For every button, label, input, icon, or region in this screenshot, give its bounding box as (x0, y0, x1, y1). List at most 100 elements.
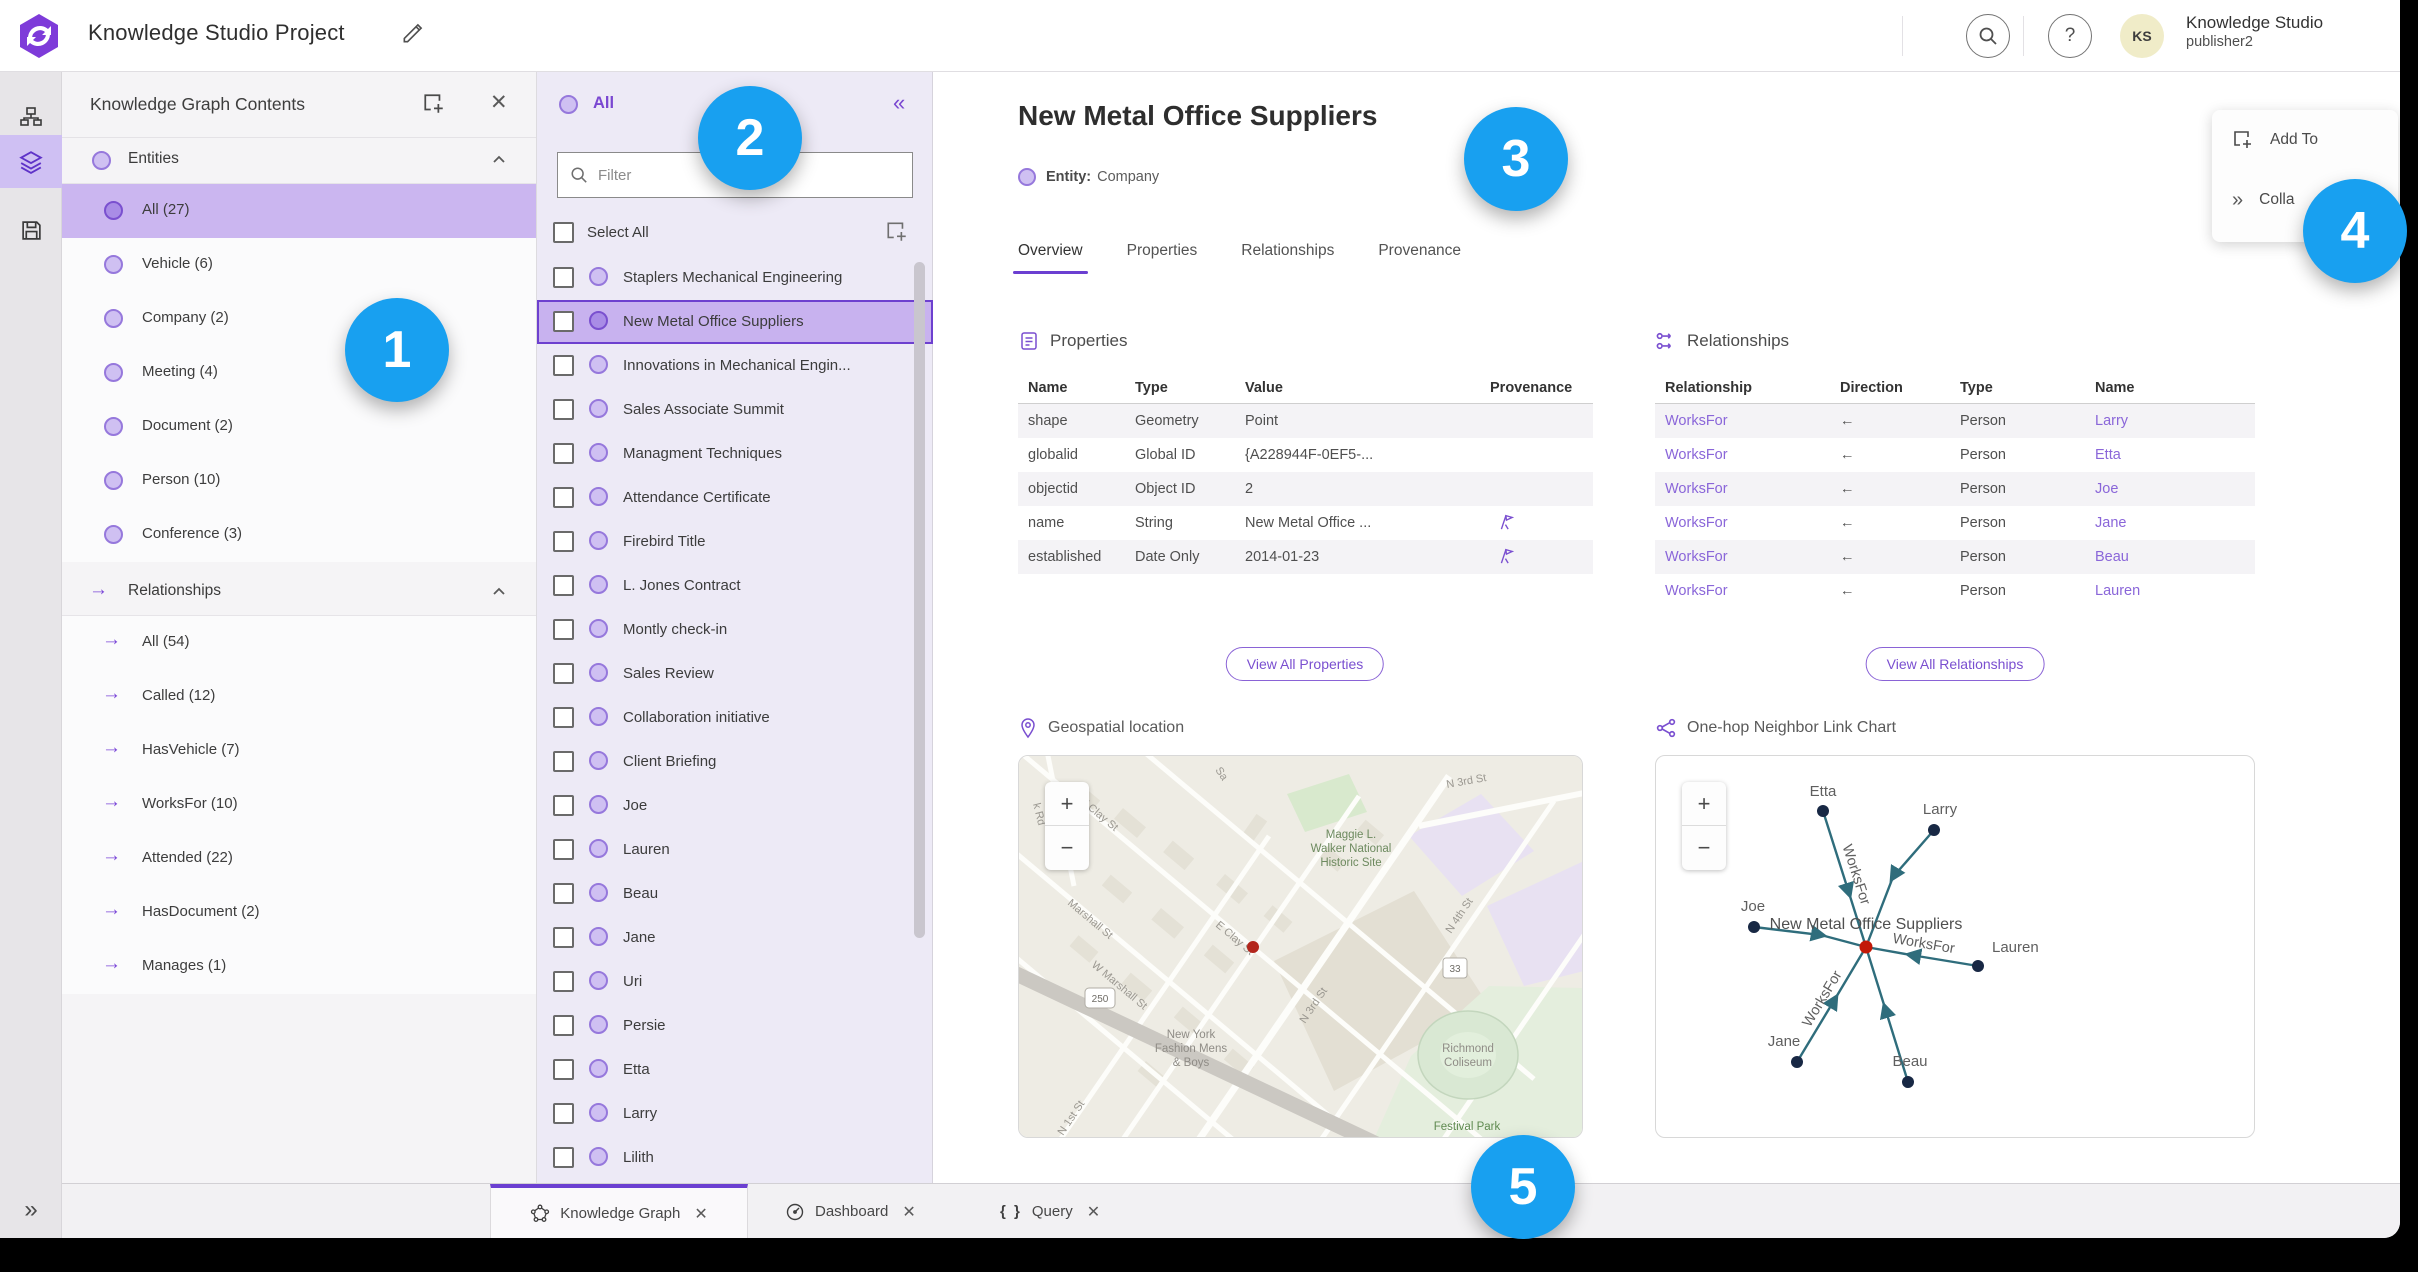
collapse-caret-icon[interactable] (490, 585, 508, 599)
row-checkbox[interactable] (553, 839, 574, 860)
row-checkbox[interactable] (553, 531, 574, 552)
row-checkbox[interactable] (553, 663, 574, 684)
entity-instance-row[interactable]: Montly check-in (537, 608, 933, 652)
entity-instance-row[interactable]: New Metal Office Suppliers (537, 300, 933, 344)
entity-type-row[interactable]: Company (2) (62, 292, 536, 346)
detail-tab[interactable]: Overview (1013, 242, 1088, 274)
relationship-link[interactable]: WorksFor (1655, 549, 1830, 565)
close-panel-icon[interactable]: ✕ (490, 90, 508, 115)
relationships-section-header[interactable]: → Relationships (62, 570, 536, 616)
entity-instance-row[interactable]: Client Briefing (537, 740, 933, 784)
relationship-link[interactable]: WorksFor (1655, 481, 1830, 497)
save-tool-button[interactable] (0, 203, 62, 257)
relationship-link[interactable]: WorksFor (1655, 583, 1830, 599)
row-checkbox[interactable] (553, 1147, 574, 1168)
row-checkbox[interactable] (553, 487, 574, 508)
related-name-link[interactable]: Larry (2085, 413, 2255, 429)
row-checkbox[interactable] (553, 883, 574, 904)
zoom-in-button[interactable]: + (1045, 782, 1089, 826)
relationship-type-row[interactable]: → HasDocument (2) (62, 886, 536, 940)
relationship-type-row[interactable]: → Called (12) (62, 670, 536, 724)
relationship-type-row[interactable]: → WorksFor (10) (62, 778, 536, 832)
row-checkbox[interactable] (553, 267, 574, 288)
entity-instance-row[interactable]: Innovations in Mechanical Engin... (537, 344, 933, 388)
entity-instance-row[interactable]: Staplers Mechanical Engineering (537, 256, 933, 300)
user-identity[interactable]: Knowledge Studio publisher2 (2186, 12, 2323, 51)
detail-tab[interactable]: Properties (1127, 242, 1198, 274)
close-tab-icon[interactable]: ✕ (1087, 1202, 1100, 1222)
entities-section-header[interactable]: Entities (62, 138, 536, 184)
relationship-link[interactable]: WorksFor (1655, 413, 1830, 429)
collapse-caret-icon[interactable] (490, 153, 508, 167)
detail-tab[interactable]: Relationships (1241, 242, 1334, 274)
row-checkbox[interactable] (553, 399, 574, 420)
row-checkbox[interactable] (553, 751, 574, 772)
contents-tool-button[interactable] (0, 135, 62, 188)
row-checkbox[interactable] (553, 707, 574, 728)
entity-type-row[interactable]: Conference (3) (62, 508, 536, 562)
related-name-link[interactable]: Lauren (2085, 583, 2255, 599)
expand-rail-chevrons-icon[interactable]: » (0, 1196, 62, 1224)
related-name-link[interactable]: Etta (2085, 447, 2255, 463)
link-chart-canvas[interactable]: Etta Larry Joe Lauren Jane Beau New Meta… (1656, 756, 2255, 1138)
relationship-type-row[interactable]: → All (54) (62, 616, 536, 670)
relationship-type-row[interactable]: → Attended (22) (62, 832, 536, 886)
row-checkbox[interactable] (553, 971, 574, 992)
entity-type-row[interactable]: Person (10) (62, 454, 536, 508)
entity-instance-row[interactable]: Etta (537, 1048, 933, 1092)
entity-instance-row[interactable]: Managment Techniques (537, 432, 933, 476)
add-to-map-button[interactable] (422, 92, 446, 116)
row-checkbox[interactable] (553, 1015, 574, 1036)
relationship-link[interactable]: WorksFor (1655, 447, 1830, 463)
entity-instance-row[interactable]: Attendance Certificate (537, 476, 933, 520)
entity-instance-row[interactable]: Sales Associate Summit (537, 388, 933, 432)
row-checkbox[interactable] (553, 619, 574, 640)
collapse-panel-chevrons-icon[interactable]: « (893, 90, 905, 116)
entity-instance-row[interactable]: Persie (537, 1004, 933, 1048)
entity-instance-row[interactable]: Collaboration initiative (537, 696, 933, 740)
provenance-flag-icon[interactable] (1496, 512, 1514, 531)
tab-knowledge-graph[interactable]: Knowledge Graph ✕ (490, 1184, 748, 1238)
close-tab-icon[interactable]: ✕ (902, 1202, 915, 1222)
detail-tab[interactable]: Provenance (1378, 242, 1461, 274)
tab-query[interactable]: { } Query ✕ (982, 1184, 1118, 1238)
edit-title-pencil-icon[interactable] (400, 20, 426, 46)
help-button[interactable]: ? (2048, 14, 2092, 58)
row-checkbox[interactable] (553, 575, 574, 596)
row-checkbox[interactable] (553, 927, 574, 948)
related-name-link[interactable]: Jane (2085, 515, 2255, 531)
related-name-link[interactable]: Beau (2085, 549, 2255, 565)
avatar[interactable]: KS (2120, 14, 2164, 58)
entity-instance-row[interactable]: Uri (537, 960, 933, 1004)
row-checkbox[interactable] (553, 355, 574, 376)
zoom-in-button[interactable]: + (1682, 782, 1726, 826)
relationship-type-row[interactable]: → Manages (1) (62, 940, 536, 994)
one-hop-link-chart[interactable]: + − Etta Larry Joe Lauren Jane Beau New … (1655, 755, 2255, 1138)
entity-instance-row[interactable]: Lauren (537, 828, 933, 872)
row-checkbox[interactable] (553, 1059, 574, 1080)
view-all-relationships-button[interactable]: View All Relationships (1865, 647, 2045, 681)
relationship-type-row[interactable]: → HasVehicle (7) (62, 724, 536, 778)
entity-type-row[interactable]: All (27) (62, 184, 536, 238)
search-button[interactable] (1966, 14, 2010, 58)
row-checkbox[interactable] (553, 1103, 574, 1124)
entity-instance-row[interactable]: Sales Review (537, 652, 933, 696)
zoom-out-button[interactable]: − (1045, 826, 1089, 870)
relationship-link[interactable]: WorksFor (1655, 515, 1830, 531)
entity-type-row[interactable]: Vehicle (6) (62, 238, 536, 292)
entity-instance-row[interactable]: Beau (537, 872, 933, 916)
zoom-out-button[interactable]: − (1682, 826, 1726, 870)
row-checkbox[interactable] (553, 795, 574, 816)
related-name-link[interactable]: Joe (2085, 481, 2255, 497)
entity-instance-row[interactable]: Joe (537, 784, 933, 828)
entity-instance-row[interactable]: Firebird Title (537, 520, 933, 564)
basemap-canvas[interactable]: W Clay St E Clay St Marshall St W Marsha… (1019, 756, 1583, 1138)
center-node[interactable] (1859, 940, 1873, 954)
list-scrollbar-thumb[interactable] (914, 262, 925, 938)
add-selection-button[interactable] (885, 220, 909, 244)
view-all-properties-button[interactable]: View All Properties (1225, 647, 1385, 681)
entity-instance-row[interactable]: Jane (537, 916, 933, 960)
entity-instance-row[interactable]: L. Jones Contract (537, 564, 933, 608)
close-tab-icon[interactable]: ✕ (694, 1204, 707, 1224)
entity-type-row[interactable]: Document (2) (62, 400, 536, 454)
